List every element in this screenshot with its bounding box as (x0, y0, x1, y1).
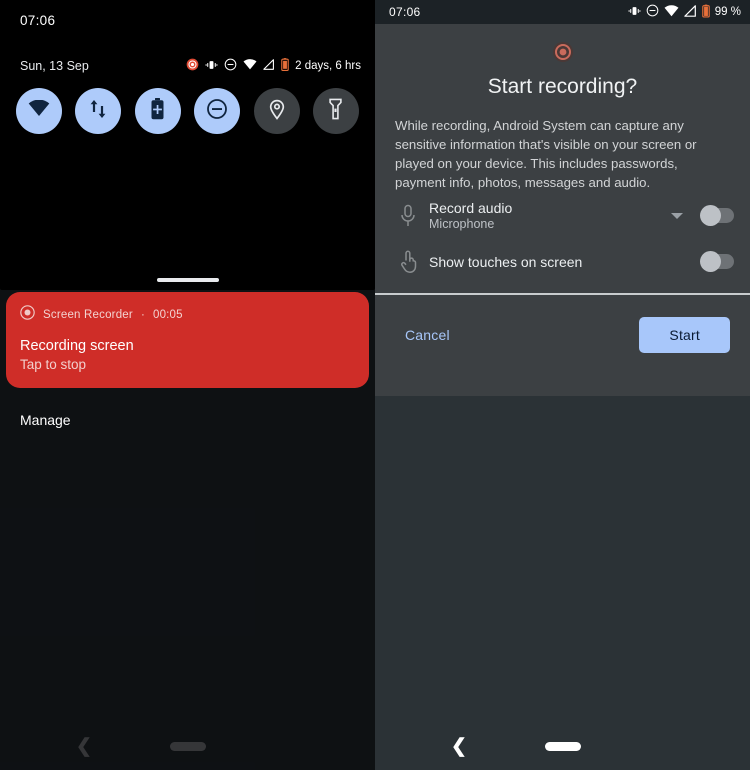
qs-tile-flashlight[interactable] (312, 88, 359, 134)
wifi-icon (664, 4, 679, 20)
qs-tile-mobile-data[interactable] (75, 88, 122, 134)
screenshot-stage: Play Store (0, 0, 750, 770)
notification-duration: 00:05 (152, 309, 183, 321)
navigation-bar-right: ❮ (375, 722, 750, 770)
signal-icon (263, 59, 275, 73)
home-pill-icon[interactable] (544, 741, 581, 751)
option-title: Record audio (429, 200, 513, 217)
battery-plus-icon (150, 97, 165, 125)
do-not-disturb-icon (224, 58, 237, 74)
status-bar-icons: 99 % (628, 4, 741, 21)
dialog-actions: Cancel Start (375, 295, 750, 375)
start-button[interactable]: Start (639, 316, 730, 353)
signal-icon (684, 4, 697, 20)
start-recording-dialog: Start recording? While recording, Androi… (375, 24, 750, 396)
qs-date: Sun, 13 Sep (20, 59, 89, 73)
do-not-disturb-icon (646, 4, 659, 20)
do-not-disturb-icon (206, 98, 228, 125)
notification-header: Screen Recorder · 00:05 (20, 305, 355, 325)
microphone-icon (391, 204, 425, 228)
battery-icon (702, 4, 710, 21)
wifi-icon (28, 99, 50, 122)
notification-subtitle: Tap to stop (20, 357, 87, 372)
show-touches-toggle[interactable] (700, 251, 734, 273)
status-bar-right: 07:06 99 % (375, 0, 750, 24)
chevron-down-icon[interactable] (671, 212, 683, 219)
qs-tile-wifi[interactable] (16, 88, 62, 134)
battery-percent-text: 99 % (714, 6, 741, 18)
option-subtitle: Microphone (429, 217, 495, 232)
dialog-body-text: While recording, Android System can capt… (395, 118, 697, 191)
notification-separator: · (140, 309, 145, 321)
option-show-touches-texts: Show touches on screen (425, 254, 701, 270)
record-audio-toggle[interactable] (700, 205, 734, 227)
manage-notifications-button[interactable]: Manage (20, 412, 71, 428)
record-icon (20, 305, 35, 325)
qs-tile-do-not-disturb[interactable] (194, 88, 241, 134)
dialog-title: Start recording? (487, 75, 638, 98)
option-record-audio[interactable]: Record audio Microphone (391, 193, 734, 239)
vibrate-icon (205, 59, 218, 74)
qs-tile-battery-saver[interactable] (134, 88, 181, 134)
data-transfer-icon (88, 98, 108, 125)
battery-remaining-text: 2 days, 6 hrs (295, 60, 361, 72)
left-panel-quick-settings: Play Store (0, 0, 375, 770)
wifi-icon (243, 59, 257, 73)
notification-app-name: Screen Recorder (43, 309, 133, 321)
vibrate-icon (628, 5, 641, 20)
option-show-touches[interactable]: Show touches on screen (391, 239, 734, 285)
qs-status-icons: 2 days, 6 hrs (186, 58, 361, 74)
record-icon (552, 41, 574, 63)
screen-record-icon (186, 58, 199, 74)
quick-settings-header: Sun, 13 Sep 2 days, 6 hrs (20, 58, 361, 74)
touch-pointer-icon (391, 250, 425, 274)
location-pin-icon (268, 98, 286, 125)
option-title: Show touches on screen (429, 253, 583, 270)
back-chevron-icon[interactable]: ❮ (451, 737, 467, 756)
qs-tile-location[interactable] (253, 88, 300, 134)
shade-drag-handle[interactable] (156, 278, 219, 282)
cancel-button[interactable]: Cancel (395, 319, 460, 351)
status-bar-clock-right: 07:06 (389, 5, 421, 19)
option-record-audio-texts: Record audio Microphone (425, 200, 671, 231)
battery-icon (281, 58, 289, 74)
quick-settings-tiles (16, 88, 359, 134)
notification-title: Recording screen (20, 338, 134, 354)
quick-settings-shade: 07:06 Sun, 13 Sep 2 days, 6 hrs (0, 0, 375, 290)
status-bar-clock-left: 07:06 (20, 13, 56, 28)
screen-recorder-notification[interactable]: Screen Recorder · 00:05 Recording screen… (6, 292, 369, 388)
right-panel-dialog: Play Store (375, 0, 750, 770)
flashlight-icon (328, 98, 343, 125)
